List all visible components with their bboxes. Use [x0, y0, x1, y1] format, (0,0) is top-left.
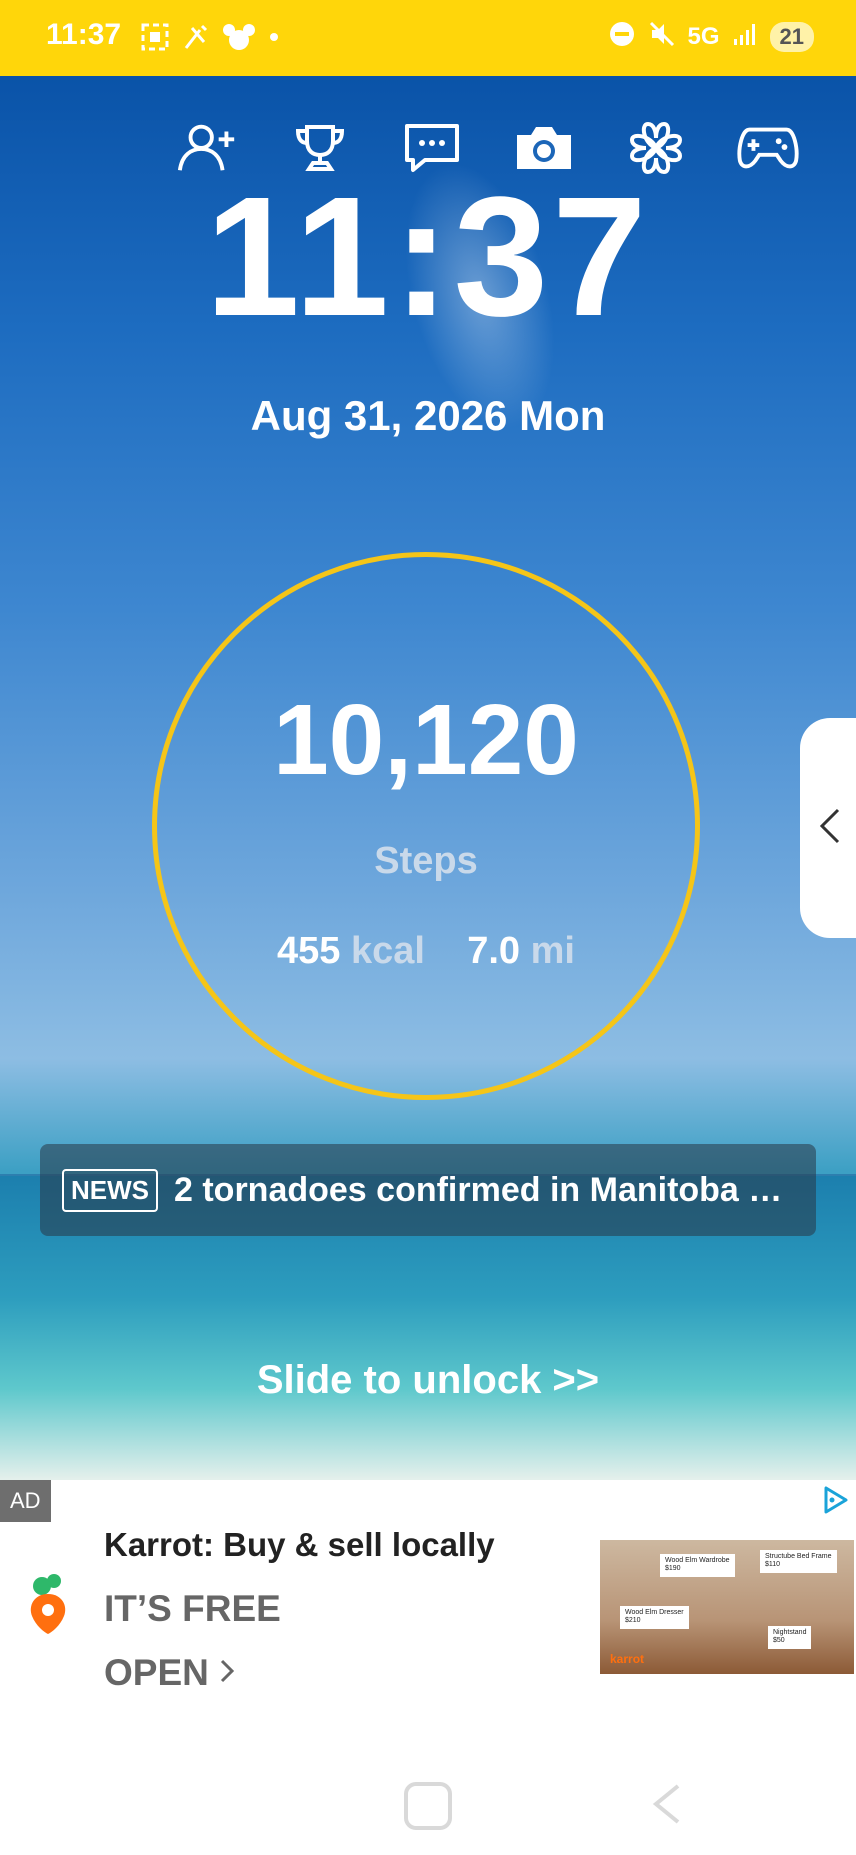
news-badge: NEWS: [62, 1168, 158, 1212]
steps-ring[interactable]: [152, 552, 700, 1100]
lockscreen-date: Aug 31, 2026 Mon: [250, 392, 606, 439]
home-button-icon[interactable]: [404, 1782, 452, 1830]
chevron-right-icon: [219, 1652, 235, 1694]
status-bar: 11:37 5G 21: [0, 0, 856, 76]
ad-open-label: OPEN: [104, 1652, 209, 1693]
ad-subtitle: IT’S FREE: [104, 1588, 281, 1629]
news-ticker[interactable]: NEWS 2 tornadoes confirmed in Manitoba a…: [40, 1144, 816, 1236]
status-icons-left: [140, 22, 280, 57]
ad-label: AD: [0, 1480, 51, 1522]
ad-banner[interactable]: AD Karrot: Buy & sell locally IT’S FREE …: [0, 1480, 856, 1720]
ad-open-button[interactable]: OPEN: [104, 1652, 235, 1694]
back-button-icon[interactable]: [648, 1782, 684, 1831]
news-headline[interactable]: 2 tornadoes confirmed in Manitoba a...: [174, 1171, 794, 1210]
status-time: 11:37: [46, 18, 122, 51]
dot-icon: [268, 22, 280, 57]
ad-image[interactable]: Wood Elm Wardrobe $190 Structube Bed Fram…: [600, 1540, 854, 1674]
ad-card-bedframe: Structube Bed Frame $110: [760, 1550, 837, 1573]
battery-icon: 21: [769, 21, 814, 52]
do-not-disturb-icon: [608, 20, 636, 53]
distance-value: 7.0: [467, 930, 521, 972]
karrot-logo-icon: [26, 1572, 70, 1641]
ad-image-brand: karrot: [610, 1652, 645, 1666]
ad-card-nightstand: Nightstand $50: [768, 1626, 812, 1649]
distance-unit: mi: [530, 930, 575, 972]
ad-title[interactable]: Karrot: Buy & sell locally: [104, 1526, 495, 1564]
adchoices-icon[interactable]: [818, 1484, 850, 1521]
side-panel-handle[interactable]: [800, 718, 856, 938]
navigation-bar: [0, 1760, 856, 1855]
mute-icon: [648, 20, 676, 53]
mouse-icon: [222, 22, 256, 57]
slide-to-unlock[interactable]: Slide to unlock >>: [0, 1358, 856, 1403]
gamepad-icon[interactable]: [736, 116, 800, 180]
tools-icon: [182, 22, 210, 57]
signal-icon: [732, 21, 758, 52]
ad-card-wardrobe: Wood Elm Wardrobe $190: [660, 1554, 735, 1577]
steps-count: 10,120: [273, 684, 579, 796]
ad-card-dresser: Wood Elm Dresser $210: [620, 1606, 689, 1629]
steps-metrics: 455 kcal 7.0 mi: [152, 930, 700, 973]
screenshot-icon: [140, 22, 170, 57]
status-icons-right: 5G 21: [608, 20, 814, 53]
lockscreen-clock: 11:37: [205, 162, 651, 352]
steps-label: Steps: [374, 840, 478, 882]
kcal-unit: kcal: [351, 930, 425, 972]
chevron-left-icon: [818, 806, 842, 851]
kcal-value: 455: [277, 930, 341, 972]
network-label: 5G: [687, 22, 720, 50]
